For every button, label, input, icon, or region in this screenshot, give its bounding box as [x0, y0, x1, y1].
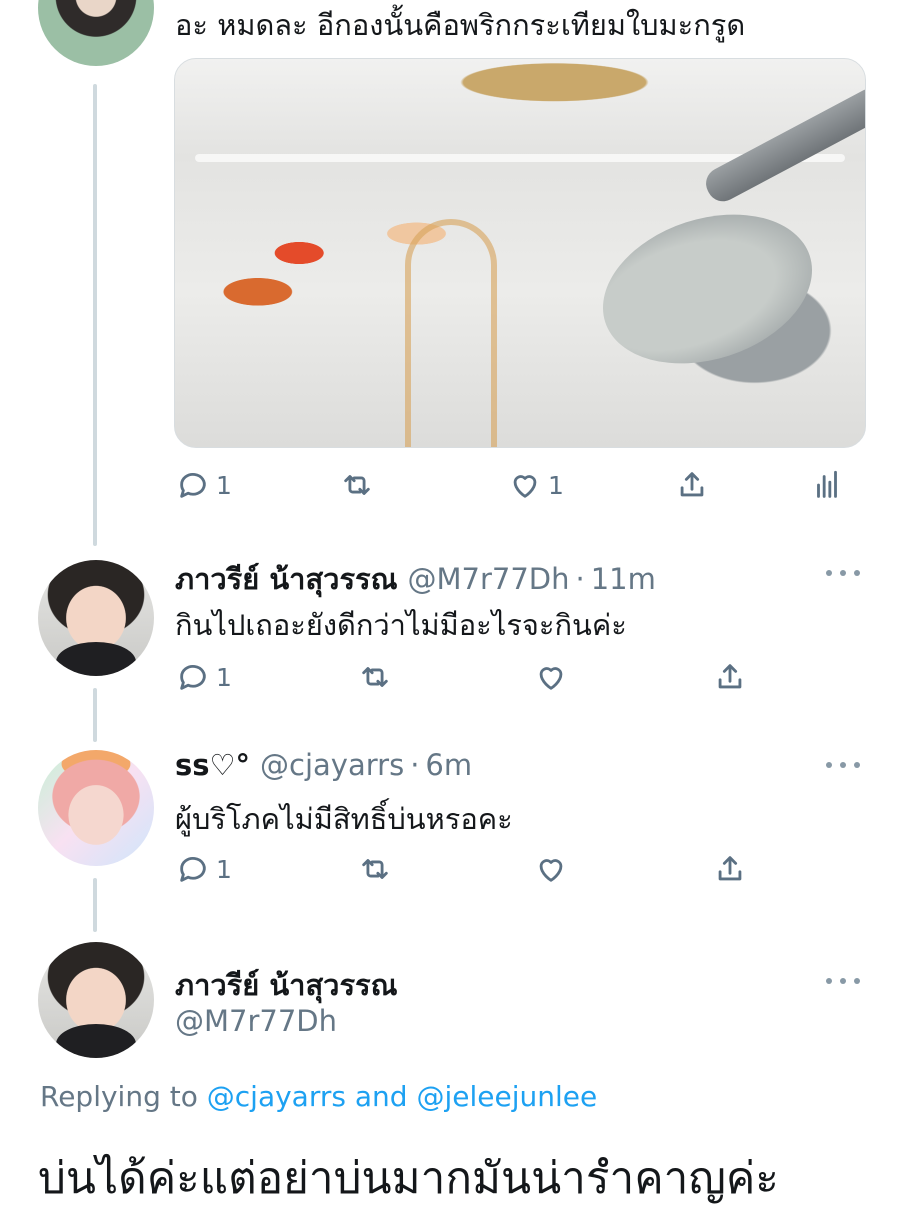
tweet-handle-row: @M7r77Dh: [175, 1004, 337, 1038]
tweet-text: บ่นได้ค่ะแต่อย่าบ่นมากมันน่ารำคาญค่ะ: [38, 1153, 779, 1204]
retweet-icon: [362, 859, 388, 879]
share-button[interactable]: [713, 660, 747, 694]
like-button[interactable]: 1: [508, 468, 564, 502]
user-handle[interactable]: @M7r77Dh: [175, 1004, 337, 1038]
share-icon: [680, 472, 704, 497]
reply-button[interactable]: 1: [176, 852, 232, 886]
reply-count: 1: [216, 470, 232, 500]
more-icon[interactable]: [826, 568, 860, 578]
avatar[interactable]: [38, 942, 154, 1058]
mention-link[interactable]: @cjayarrs: [207, 1080, 346, 1113]
separator-dot: ·: [410, 748, 420, 782]
like-count: 1: [548, 470, 564, 500]
tweet-text: ผู้บริโภคไม่มีสิทธิ์บ่นหรอคะ: [175, 802, 513, 836]
spoon-handle: [700, 82, 865, 207]
tweet-text: อะ หมดละ อีกองนั้นคือพริกกระเทียมใบมะกรู…: [175, 8, 746, 42]
more-icon[interactable]: [826, 976, 860, 986]
display-name[interactable]: ss♡°: [175, 748, 250, 782]
retweet-icon: [362, 667, 388, 687]
share-button[interactable]: [675, 468, 709, 502]
like-icon: [539, 859, 563, 882]
share-icon: [718, 664, 742, 689]
tweet-header: ภาวรีย์ น้าสุวรรณ @M7r77Dh · 11m: [175, 556, 656, 602]
like-icon: [539, 667, 563, 690]
spoon-bowl: [583, 189, 832, 389]
user-handle[interactable]: @cjayarrs: [260, 748, 404, 782]
reply-button[interactable]: 1: [176, 468, 232, 502]
replying-to-label: Replying to: [40, 1080, 198, 1113]
share-icon: [718, 856, 742, 881]
tweet-actions: 1: [0, 660, 902, 700]
retweet-icon: [344, 475, 370, 495]
tweet-text: กินไปเถอะยังดีกว่าไม่มีอะไรจะกินค่ะ: [175, 608, 627, 642]
reply-icon: [180, 857, 206, 882]
retweet-button[interactable]: [358, 852, 392, 886]
tweet-photo[interactable]: [174, 58, 866, 448]
retweet-button[interactable]: [358, 660, 392, 694]
analytics-icon: [817, 470, 837, 498]
retweet-button[interactable]: [340, 468, 374, 502]
display-name[interactable]: ภาวรีย์ น้าสุวรรณ: [175, 962, 398, 1008]
reply-count: 1: [216, 854, 232, 884]
replying-to: Replying to @cjayarrs and @jeleejunlee: [40, 1080, 597, 1113]
mention-link[interactable]: @jeleejunlee: [416, 1080, 597, 1113]
tweet-actions: 1 1: [0, 468, 902, 508]
avatar[interactable]: [38, 750, 154, 866]
tweet-actions: 1: [0, 852, 902, 892]
timestamp[interactable]: 11m: [591, 562, 656, 596]
mention-and: and: [354, 1080, 408, 1113]
reply-icon: [180, 473, 206, 498]
separator-dot: ·: [575, 562, 585, 596]
analytics-button[interactable]: [810, 468, 844, 502]
tweet-header: ss♡° @cjayarrs · 6m: [175, 748, 472, 782]
display-name[interactable]: ภาวรีย์ น้าสุวรรณ: [175, 556, 398, 602]
sauce-smear: [405, 219, 497, 447]
share-button[interactable]: [713, 852, 747, 886]
reply-count: 1: [216, 662, 232, 692]
reply-icon: [180, 665, 206, 690]
like-button[interactable]: [534, 660, 568, 694]
reply-button[interactable]: 1: [176, 660, 232, 694]
more-icon[interactable]: [826, 760, 860, 770]
avatar[interactable]: [38, 0, 154, 66]
avatar[interactable]: [38, 560, 154, 676]
tweet-header: ภาวรีย์ น้าสุวรรณ: [175, 962, 398, 1008]
like-button[interactable]: [534, 852, 568, 886]
timestamp[interactable]: 6m: [425, 748, 472, 782]
user-handle[interactable]: @M7r77Dh: [408, 562, 570, 596]
like-icon: [513, 475, 537, 498]
